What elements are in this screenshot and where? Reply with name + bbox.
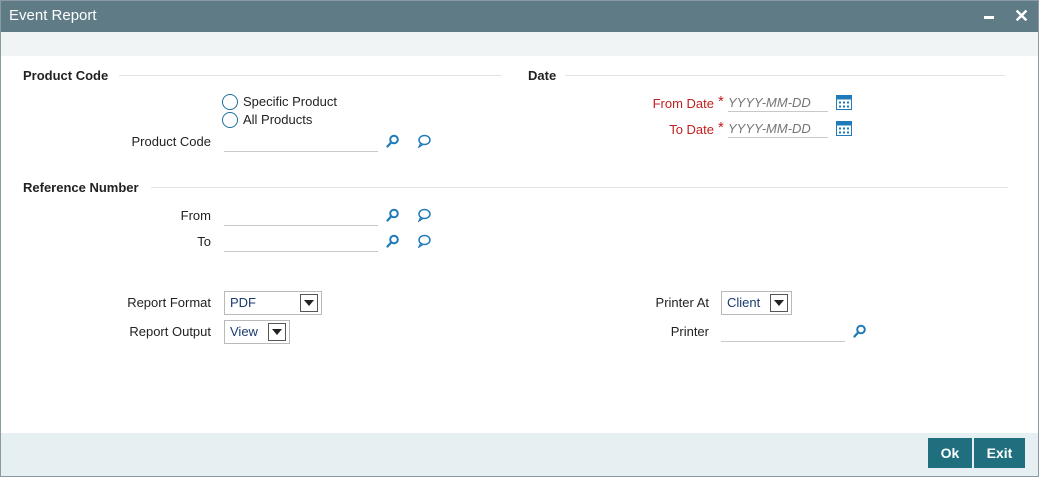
exit-button[interactable]: Exit bbox=[974, 438, 1025, 468]
reference-from-input[interactable] bbox=[224, 207, 378, 226]
comment-icon[interactable] bbox=[417, 234, 431, 248]
report-format-label: Report Format bbox=[127, 295, 211, 310]
close-icon[interactable]: ✕ bbox=[1014, 7, 1029, 25]
product-code-divider bbox=[119, 75, 502, 76]
footer-bar bbox=[1, 433, 1038, 476]
search-icon[interactable] bbox=[386, 134, 400, 148]
comment-icon[interactable] bbox=[417, 134, 431, 148]
minimize-icon[interactable] bbox=[984, 16, 994, 19]
report-format-select[interactable]: PDF bbox=[224, 291, 322, 315]
reference-number-divider bbox=[151, 187, 1008, 188]
printer-at-value: Client bbox=[727, 295, 761, 310]
report-output-label: Report Output bbox=[129, 324, 211, 339]
toolbar-band bbox=[1, 32, 1038, 56]
chevron-down-icon bbox=[268, 323, 286, 341]
ok-button[interactable]: Ok bbox=[928, 438, 972, 468]
to-date-label: To Date bbox=[669, 122, 714, 137]
search-icon[interactable] bbox=[386, 234, 400, 248]
calendar-icon[interactable] bbox=[836, 121, 852, 136]
reference-to-label: To bbox=[197, 234, 211, 249]
chevron-down-icon bbox=[300, 294, 318, 312]
printer-at-select[interactable]: Client bbox=[721, 291, 792, 315]
report-format-value: PDF bbox=[230, 295, 256, 310]
date-section-title: Date bbox=[528, 68, 557, 83]
reference-number-section-title: Reference Number bbox=[23, 180, 139, 195]
from-date-required-mark: * bbox=[718, 93, 724, 110]
product-code-input[interactable] bbox=[224, 133, 378, 152]
printer-label: Printer bbox=[670, 324, 709, 339]
to-date-input[interactable] bbox=[728, 119, 828, 138]
comment-icon[interactable] bbox=[417, 208, 431, 222]
date-divider bbox=[565, 75, 1005, 76]
from-date-label: From Date bbox=[652, 96, 714, 111]
window-title: Event Report bbox=[9, 7, 97, 24]
all-products-radio[interactable] bbox=[222, 112, 238, 128]
printer-at-label: Printer At bbox=[655, 295, 709, 310]
reference-to-input[interactable] bbox=[224, 233, 378, 252]
calendar-icon[interactable] bbox=[836, 95, 852, 110]
from-date-input[interactable] bbox=[728, 93, 828, 112]
specific-product-radio[interactable] bbox=[222, 94, 238, 110]
all-products-label: All Products bbox=[243, 112, 313, 127]
event-report-window: Event Report ✕ Product Code Specific Pro… bbox=[0, 0, 1039, 477]
form-content: Product Code Specific Product All Produc… bbox=[1, 56, 1038, 433]
product-code-label: Product Code bbox=[131, 134, 212, 149]
to-date-required-mark: * bbox=[718, 119, 724, 136]
specific-product-label: Specific Product bbox=[243, 94, 337, 109]
search-icon[interactable] bbox=[853, 324, 867, 338]
product-code-section-title: Product Code bbox=[23, 68, 109, 83]
title-bar: Event Report ✕ bbox=[1, 1, 1038, 32]
printer-input[interactable] bbox=[721, 323, 845, 342]
chevron-down-icon bbox=[770, 294, 788, 312]
report-output-select[interactable]: View bbox=[224, 320, 290, 344]
reference-from-label: From bbox=[180, 208, 211, 223]
report-output-value: View bbox=[230, 324, 258, 339]
search-icon[interactable] bbox=[386, 208, 400, 222]
